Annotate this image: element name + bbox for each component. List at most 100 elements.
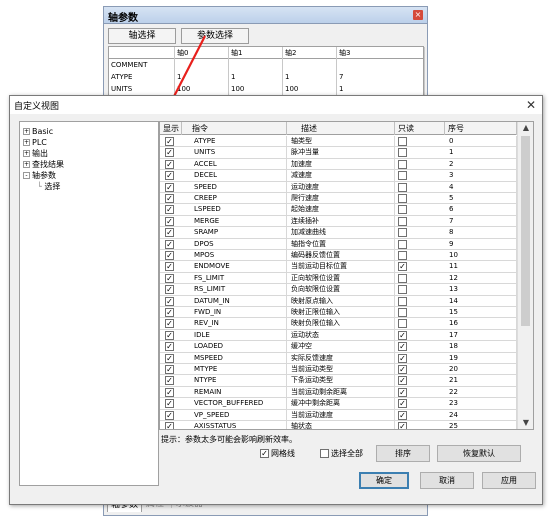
table-row[interactable]: ✓ ACCEL 加速度 2 bbox=[160, 158, 517, 171]
tree-item[interactable]: + PLC bbox=[23, 137, 47, 148]
show-checkbox[interactable]: ✓ bbox=[165, 216, 174, 226]
show-checkbox[interactable]: ✓ bbox=[165, 353, 174, 363]
readonly-checkbox[interactable] bbox=[398, 319, 407, 329]
readonly-checkbox[interactable] bbox=[398, 205, 407, 215]
table-row[interactable]: ✓ LOADED 缓冲空 ✓ 18 bbox=[160, 341, 517, 353]
header-show[interactable]: 显示 bbox=[160, 122, 182, 135]
show-checkbox[interactable]: ✓ bbox=[165, 376, 174, 386]
table-row[interactable]: ✓ FWD_IN 映射正限位输入 15 bbox=[160, 307, 517, 319]
readonly-checkbox[interactable] bbox=[398, 216, 407, 226]
table-row[interactable]: ✓ IDLE 运动状态 ✓ 17 bbox=[160, 329, 517, 342]
gridlines-checkbox[interactable]: ✓ bbox=[260, 449, 269, 458]
readonly-checkbox[interactable] bbox=[398, 228, 407, 238]
expand-icon[interactable]: + bbox=[23, 128, 30, 135]
show-checkbox[interactable]: ✓ bbox=[165, 159, 174, 169]
readonly-checkbox[interactable] bbox=[398, 273, 407, 283]
close-icon[interactable]: ✕ bbox=[526, 98, 536, 112]
show-checkbox[interactable]: ✓ bbox=[165, 239, 174, 249]
show-checkbox[interactable]: ✓ bbox=[165, 285, 174, 295]
show-checkbox[interactable]: ✓ bbox=[165, 273, 174, 283]
table-row[interactable]: ✓ DATUM_IN 映射原点输入 14 bbox=[160, 295, 517, 307]
grid-scrollbar[interactable]: ▲ ▼ bbox=[517, 122, 533, 429]
readonly-checkbox[interactable]: ✓ bbox=[398, 262, 407, 272]
show-checkbox[interactable]: ✓ bbox=[165, 308, 174, 317]
tree-item[interactable]: + 输出 bbox=[23, 148, 48, 159]
readonly-checkbox[interactable]: ✓ bbox=[398, 410, 407, 420]
tree-item[interactable]: + 查找结果 bbox=[23, 159, 64, 170]
show-checkbox[interactable]: ✓ bbox=[165, 182, 174, 192]
table-row[interactable]: ✓ MTYPE 当前运动类型 ✓ 20 bbox=[160, 364, 517, 376]
tree-item[interactable]: + Basic bbox=[23, 126, 53, 137]
show-checkbox[interactable]: ✓ bbox=[165, 387, 174, 397]
param-select-button[interactable]: 参数选择 bbox=[181, 28, 249, 44]
header-command[interactable]: 指令 bbox=[182, 122, 287, 135]
readonly-checkbox[interactable]: ✓ bbox=[398, 330, 407, 340]
show-checkbox[interactable]: ✓ bbox=[165, 330, 174, 340]
header-readonly[interactable]: 只读 bbox=[395, 122, 445, 135]
show-checkbox[interactable]: ✓ bbox=[165, 194, 174, 203]
table-row[interactable]: ✓ ENDMOVE 当前运动目标位置 ✓ 11 bbox=[160, 261, 517, 273]
show-checkbox[interactable]: ✓ bbox=[165, 296, 174, 306]
header-index[interactable]: 序号 bbox=[445, 122, 517, 135]
table-row[interactable]: ✓ MSPEED 实际反馈速度 ✓ 19 bbox=[160, 352, 517, 364]
readonly-checkbox[interactable]: ✓ bbox=[398, 353, 407, 363]
show-checkbox[interactable]: ✓ bbox=[165, 262, 174, 272]
select-all-option[interactable]: 选择全部 bbox=[320, 448, 363, 460]
scroll-up-icon[interactable]: ▲ bbox=[518, 122, 533, 134]
show-checkbox[interactable]: ✓ bbox=[165, 365, 174, 374]
readonly-checkbox[interactable] bbox=[398, 285, 407, 295]
axis-select-button[interactable]: 轴选择 bbox=[108, 28, 176, 44]
readonly-checkbox[interactable] bbox=[398, 182, 407, 192]
show-checkbox[interactable]: ✓ bbox=[165, 137, 174, 146]
show-checkbox[interactable]: ✓ bbox=[165, 342, 174, 352]
scroll-down-icon[interactable]: ▼ bbox=[518, 417, 533, 429]
show-checkbox[interactable]: ✓ bbox=[165, 251, 174, 260]
show-checkbox[interactable]: ✓ bbox=[165, 205, 174, 215]
readonly-checkbox[interactable] bbox=[398, 296, 407, 306]
readonly-checkbox[interactable] bbox=[398, 251, 407, 260]
tree-item[interactable]: └ 选择 bbox=[37, 181, 60, 192]
table-row[interactable]: ✓ REV_IN 映射负限位输入 16 bbox=[160, 318, 517, 330]
cancel-button[interactable]: 取消 bbox=[420, 472, 474, 489]
table-row[interactable]: ✓ DECEL 减速度 3 bbox=[160, 170, 517, 182]
apply-button[interactable]: 应用 bbox=[482, 472, 536, 489]
expand-icon[interactable]: + bbox=[23, 161, 30, 168]
table-row[interactable]: ✓ VECTOR_BUFFERED 缓冲中剩余距离 ✓ 23 bbox=[160, 398, 517, 410]
table-row[interactable]: ✓ LSPEED 起始速度 6 bbox=[160, 204, 517, 216]
show-checkbox[interactable]: ✓ bbox=[165, 410, 174, 420]
readonly-checkbox[interactable] bbox=[398, 159, 407, 169]
readonly-checkbox[interactable]: ✓ bbox=[398, 342, 407, 352]
show-checkbox[interactable]: ✓ bbox=[165, 422, 174, 429]
show-checkbox[interactable]: ✓ bbox=[165, 171, 174, 181]
readonly-checkbox[interactable]: ✓ bbox=[398, 399, 407, 409]
table-row[interactable]: ✓ MPOS 编码器反馈位置 10 bbox=[160, 250, 517, 262]
show-checkbox[interactable]: ✓ bbox=[165, 319, 174, 329]
expand-icon[interactable]: + bbox=[23, 139, 30, 146]
readonly-checkbox[interactable] bbox=[398, 148, 407, 158]
table-row[interactable]: ✓ SRAMP 加减速曲线 8 bbox=[160, 227, 517, 239]
readonly-checkbox[interactable]: ✓ bbox=[398, 387, 407, 397]
readonly-checkbox[interactable] bbox=[398, 308, 407, 317]
ok-button[interactable]: 确定 bbox=[359, 472, 409, 489]
readonly-checkbox[interactable] bbox=[398, 239, 407, 249]
table-row[interactable]: ✓ ATYPE 轴类型 0 bbox=[160, 136, 517, 148]
table-row[interactable]: ✓ RS_LIMIT 负向软限位设置 13 bbox=[160, 284, 517, 296]
readonly-checkbox[interactable] bbox=[398, 137, 407, 146]
readonly-checkbox[interactable]: ✓ bbox=[398, 422, 407, 429]
table-row[interactable]: ✓ VP_SPEED 当前运动速度 ✓ 24 bbox=[160, 409, 517, 421]
table-row[interactable]: ✓ NTYPE 下条运动类型 ✓ 21 bbox=[160, 375, 517, 387]
table-row[interactable]: ✓ UNITS 脉冲当量 1 bbox=[160, 147, 517, 159]
readonly-checkbox[interactable] bbox=[398, 194, 407, 203]
gridlines-option[interactable]: ✓ 网格线 bbox=[260, 448, 295, 460]
show-checkbox[interactable]: ✓ bbox=[165, 148, 174, 158]
table-row[interactable]: ✓ MERGE 连续插补 7 bbox=[160, 215, 517, 228]
show-checkbox[interactable]: ✓ bbox=[165, 399, 174, 409]
table-row[interactable]: ✓ DPOS 轴指令位置 9 bbox=[160, 238, 517, 250]
readonly-checkbox[interactable]: ✓ bbox=[398, 365, 407, 374]
show-checkbox[interactable]: ✓ bbox=[165, 228, 174, 238]
tree-item[interactable]: - 轴参数 bbox=[23, 170, 56, 181]
table-row[interactable]: ✓ AXISSTATUS 轴状态 ✓ 25 bbox=[160, 421, 517, 429]
readonly-checkbox[interactable]: ✓ bbox=[398, 376, 407, 386]
scroll-thumb[interactable] bbox=[521, 136, 530, 326]
close-icon[interactable]: × bbox=[413, 10, 423, 20]
